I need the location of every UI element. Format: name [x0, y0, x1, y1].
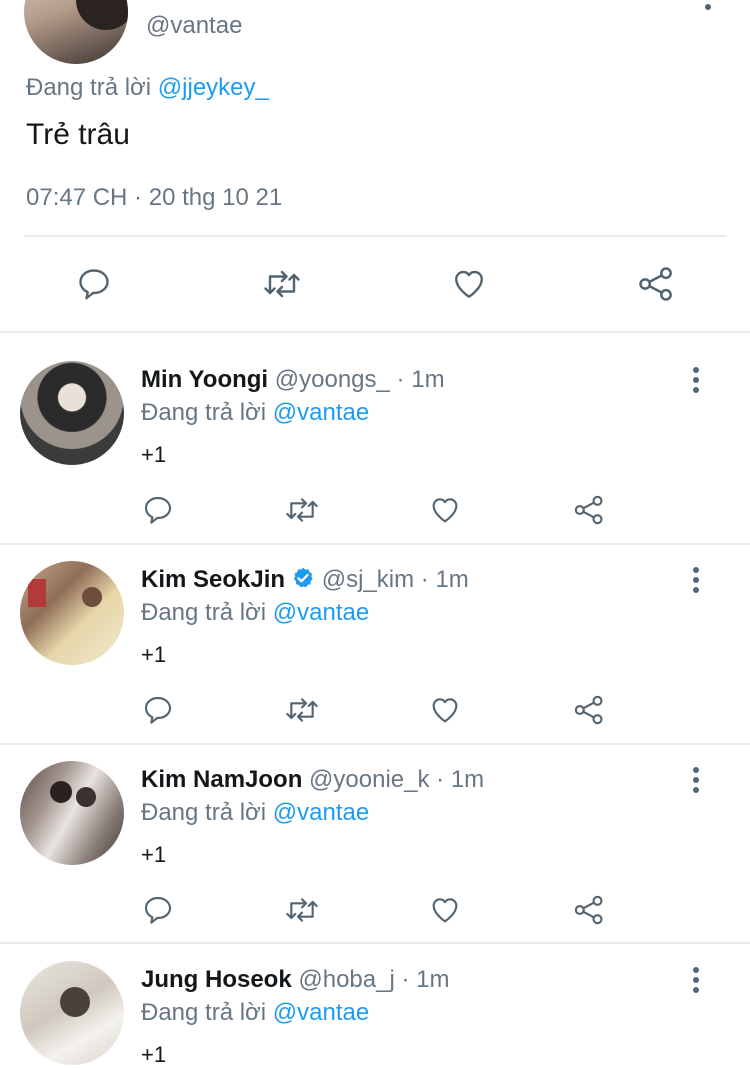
reply-author-name[interactable]: Kim SeokJin [141, 566, 285, 593]
section-divider [0, 331, 750, 333]
reply-replying: Đang trả lời @vantae [141, 799, 369, 827]
retweet-icon [286, 498, 318, 522]
reply-avatar[interactable] [20, 761, 124, 865]
replying-label: Đang trả lời [141, 599, 267, 626]
share-button[interactable] [572, 893, 606, 927]
reply-author-name[interactable]: Jung Hoseok [141, 966, 292, 993]
reply-icon [79, 269, 109, 300]
reply-text: +1 [141, 1042, 167, 1067]
reply-button[interactable] [142, 894, 174, 926]
retweet-button[interactable] [284, 894, 320, 926]
reply-text: +1 [141, 442, 167, 467]
share-button[interactable] [572, 693, 606, 727]
verified-badge-icon [291, 566, 315, 597]
reply-separator: · [401, 966, 410, 993]
reply-icon [144, 496, 172, 524]
reply-time[interactable]: 1m [411, 366, 444, 393]
reply-button[interactable] [142, 494, 174, 526]
main-tweet-handle[interactable]: @vantae [146, 12, 242, 40]
replying-to-link[interactable]: @vantae [273, 999, 369, 1026]
like-button[interactable] [428, 494, 462, 526]
reply-replying: Đang trả lời @vantae [141, 399, 369, 427]
retweet-icon [286, 898, 318, 922]
reply-divider [0, 942, 750, 944]
reply-icon [144, 896, 172, 924]
reply-more-icon[interactable] [692, 767, 700, 797]
retweet-button[interactable] [284, 694, 320, 726]
reply-replying: Đang trả lời @vantae [141, 599, 369, 627]
reply-author-handle[interactable]: @yoongs_ [275, 366, 390, 393]
replying-label: Đang trả lời [26, 74, 152, 101]
replying-label: Đang trả lời [141, 399, 267, 426]
share-icon [639, 267, 672, 301]
main-tweet-timestamp[interactable]: 07:47 CH · 20 thg 10 21 [26, 184, 282, 212]
share-icon [574, 495, 603, 525]
reply-divider [0, 743, 750, 745]
main-like-button[interactable] [450, 266, 488, 302]
heart-icon [432, 698, 458, 723]
reply-time[interactable]: 1m [416, 966, 449, 993]
main-tweet-more-icon[interactable] [704, 0, 712, 14]
like-button[interactable] [428, 894, 462, 926]
main-tweet-avatar[interactable] [24, 0, 128, 64]
reply-author-handle[interactable]: @yoonie_k [309, 766, 429, 793]
reply-header: Kim SeokJin @sj_kim · 1m [141, 566, 469, 597]
reply-author-handle[interactable]: @sj_kim [322, 566, 414, 593]
heart-icon [455, 270, 483, 298]
retweet-icon [286, 698, 318, 722]
reply-separator: · [420, 566, 429, 593]
main-reply-button[interactable] [76, 266, 112, 302]
reply-avatar[interactable] [20, 961, 124, 1065]
reply-header: Kim NamJoon @yoonie_k · 1m [141, 766, 484, 794]
main-share-button[interactable] [636, 264, 676, 304]
reply-header: Min Yoongi @yoongs_ · 1m [141, 366, 445, 394]
share-icon [574, 695, 603, 725]
reply-time[interactable]: 1m [451, 766, 484, 793]
main-tweet-replying: Đang trả lời @jjeykey_ [26, 74, 269, 102]
reply-icon [144, 696, 172, 724]
main-retweet-button[interactable] [262, 266, 302, 302]
heart-icon [432, 898, 458, 923]
reply-more-icon[interactable] [692, 967, 700, 997]
replying-label: Đang trả lời [141, 999, 267, 1026]
reply-author-name[interactable]: Kim NamJoon [141, 766, 302, 793]
replying-to-link[interactable]: @vantae [273, 799, 369, 826]
reply-text: +1 [141, 642, 167, 667]
reply-button[interactable] [142, 694, 174, 726]
reply-header: Jung Hoseok @hoba_j · 1m [141, 966, 450, 994]
reply-more-icon[interactable] [692, 567, 700, 597]
replying-to-link[interactable]: @vantae [273, 599, 369, 626]
reply-text: +1 [141, 842, 167, 867]
reply-avatar[interactable] [20, 361, 124, 465]
retweet-button[interactable] [284, 494, 320, 526]
share-icon [574, 895, 603, 925]
reply-author-handle[interactable]: @hoba_j [298, 966, 394, 993]
reply-time[interactable]: 1m [435, 566, 468, 593]
share-button[interactable] [572, 493, 606, 527]
main-tweet-divider [24, 235, 727, 237]
heart-icon [432, 498, 458, 523]
reply-divider [0, 543, 750, 545]
reply-replying: Đang trả lời @vantae [141, 999, 369, 1027]
like-button[interactable] [428, 694, 462, 726]
reply-more-icon[interactable] [692, 367, 700, 397]
main-tweet-text: Trẻ trâu [26, 118, 130, 151]
replying-to-link[interactable]: @jjeykey_ [158, 74, 269, 101]
reply-separator: · [396, 366, 405, 393]
reply-author-name[interactable]: Min Yoongi [141, 366, 268, 393]
retweet-icon [264, 270, 300, 298]
replying-to-link[interactable]: @vantae [273, 399, 369, 426]
replying-label: Đang trả lời [141, 799, 267, 826]
reply-separator: · [436, 766, 445, 793]
reply-avatar[interactable] [20, 561, 124, 665]
